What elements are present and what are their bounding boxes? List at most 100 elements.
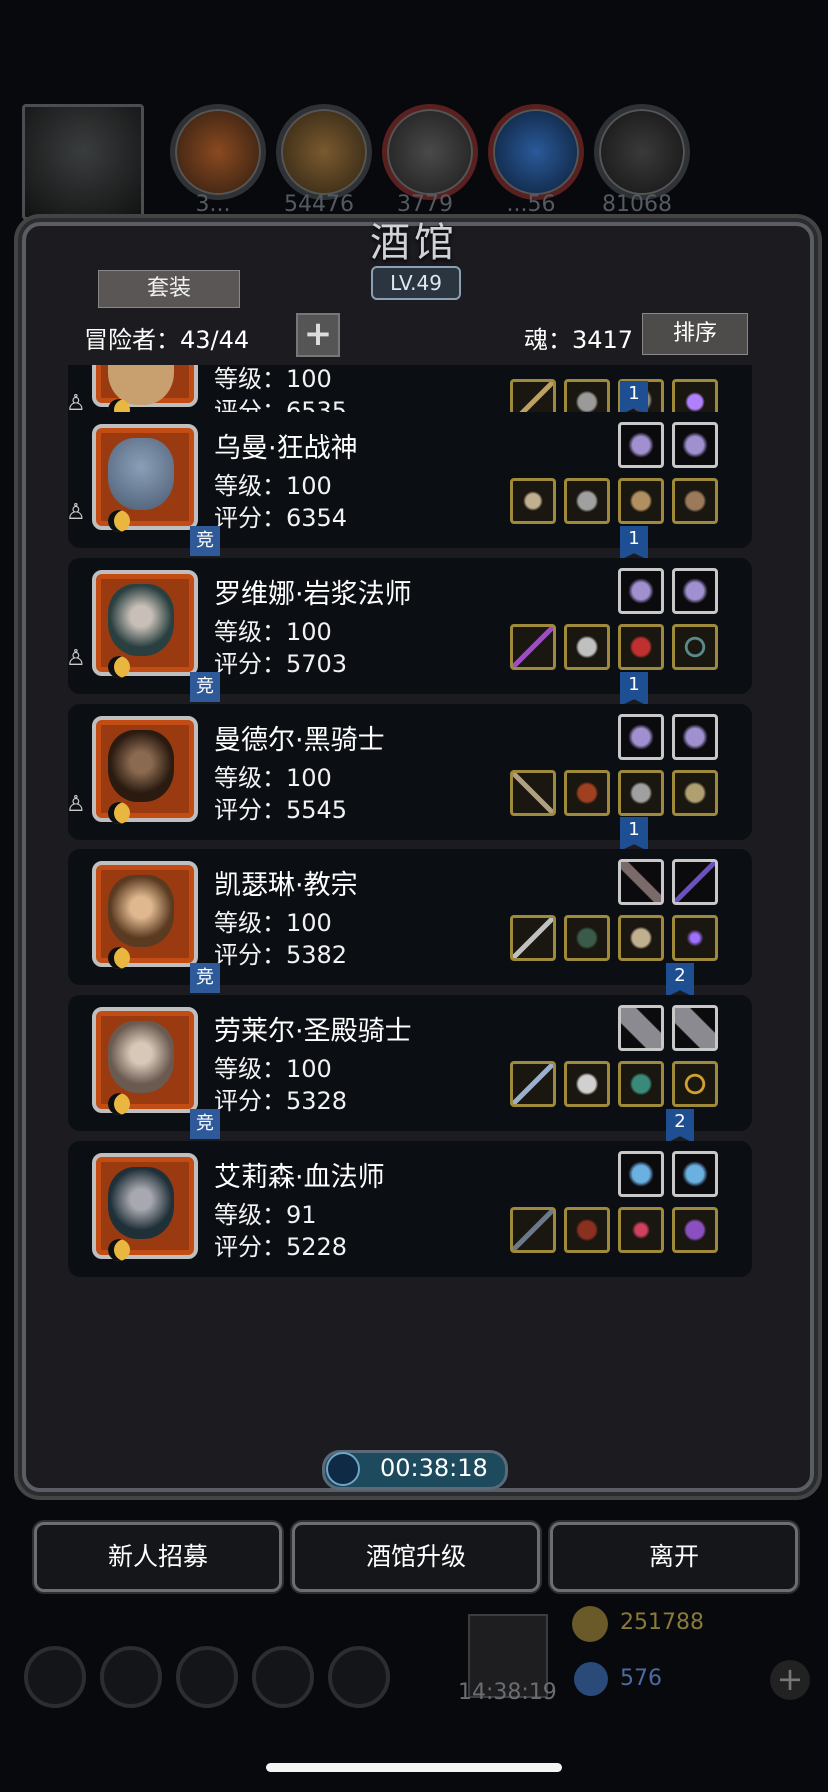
bracer-equipment-icon[interactable] — [618, 770, 664, 816]
armor-equipment-icon[interactable] — [564, 478, 610, 524]
mail-icon[interactable] — [252, 1646, 314, 1708]
hero-card[interactable]: 艾莉森·血法师 等级：91 评分：5228 — [68, 1141, 752, 1277]
hero-level: 等级：100 — [214, 764, 332, 792]
hero-card[interactable]: 凯瑟琳·教宗 等级：100 评分：5382 — [68, 849, 752, 985]
hero-portrait — [92, 1153, 198, 1259]
diamond-icon — [574, 1662, 608, 1696]
feather-gem-icon[interactable] — [618, 859, 664, 905]
hero-name: 艾莉森·血法师 — [214, 1162, 385, 1193]
robe-equipment-icon[interactable] — [564, 915, 610, 961]
rank-ribbon: 1 — [620, 672, 648, 706]
settings-icon[interactable] — [24, 1646, 86, 1708]
hero-name: 劳莱尔·圣殿骑士 — [214, 1016, 412, 1047]
hero-level: 等级：100 — [214, 618, 332, 646]
hero-name: 凯瑟琳·教宗 — [214, 870, 358, 901]
fang-equipment-icon[interactable] — [672, 478, 718, 524]
slab-gem-icon[interactable] — [672, 1005, 718, 1051]
crystal-gem-icon[interactable] — [618, 422, 664, 468]
tavern-level-badge: LV.49 — [371, 266, 461, 300]
hammer-equipment-icon[interactable] — [510, 915, 556, 961]
gauntlet-equipment-icon[interactable] — [672, 770, 718, 816]
hero-name: 乌曼·狂战神 — [214, 433, 358, 464]
tavern-title: 酒馆 — [370, 220, 458, 266]
demon-armor-equipment-icon[interactable] — [564, 1207, 610, 1253]
hero-score: 评分：5328 — [214, 1087, 348, 1115]
demon-armor-equipment-icon[interactable] — [564, 770, 610, 816]
gauntlet-equipment-icon[interactable] — [618, 915, 664, 961]
staff-equipment-icon[interactable] — [510, 624, 556, 670]
hero-card[interactable]: ♙ 罗维娜·岩浆法师 等级：100 评分：5703 — [66, 558, 752, 694]
hero-level: 等级：91 — [214, 1201, 317, 1229]
crystal-gem-icon[interactable] — [672, 714, 718, 760]
moon-badge-icon — [108, 1093, 130, 1115]
gold-amount: 251788 — [620, 1610, 704, 1635]
hero-score: 评分：5703 — [214, 650, 348, 678]
person-icon: ♙ — [66, 500, 86, 525]
warhammer-equipment-icon[interactable] — [510, 1061, 556, 1107]
arena-tag: 竞 — [190, 526, 220, 556]
hero-score: 评分：5545 — [214, 796, 348, 824]
hero-portrait — [92, 570, 198, 676]
chainmail-equipment-icon[interactable] — [564, 1061, 610, 1107]
arrow-gem-icon[interactable] — [672, 859, 718, 905]
slab-gem-icon[interactable] — [618, 1005, 664, 1051]
arena-tag: 竞 — [190, 672, 220, 702]
leave-button[interactable]: 离开 — [550, 1522, 798, 1592]
spark-equipment-icon[interactable] — [672, 915, 718, 961]
moon-badge-icon — [108, 802, 130, 824]
gold-coin-icon — [572, 1606, 608, 1642]
map-icon[interactable] — [328, 1646, 390, 1708]
food-resource-icon — [170, 104, 266, 200]
hero-portrait — [92, 716, 198, 822]
timer-text: 00:38:18 — [380, 1454, 488, 1482]
cape-equipment-icon[interactable] — [618, 624, 664, 670]
ring-equipment-icon[interactable] — [672, 624, 718, 670]
ice-gem-icon[interactable] — [672, 1151, 718, 1197]
bracer-equipment-icon[interactable] — [618, 1061, 664, 1107]
hero-card[interactable]: ♙ 乌曼·狂战神 等级：100 评分：6354 — [66, 412, 752, 548]
shard-equipment-icon[interactable] — [672, 1207, 718, 1253]
moon-badge-icon — [108, 1239, 130, 1261]
add-adventurer-slot-button[interactable]: + — [296, 313, 340, 357]
hero-list[interactable]: ♙ 等级：100 评分：6535 1 ♙ 乌曼·狂战神 等级：100 评分：63… — [64, 365, 764, 1433]
shield-icon[interactable] — [100, 1646, 162, 1708]
hero-level: 等级：100 — [214, 472, 332, 500]
upgrade-tavern-button[interactable]: 酒馆升级 — [292, 1522, 540, 1592]
crystal-gem-icon[interactable] — [672, 568, 718, 614]
hero-level: 等级：100 — [214, 1055, 332, 1083]
soul-count: 魂：3417 — [524, 326, 634, 354]
arena-tag: 竞 — [190, 1109, 220, 1139]
food-value: 3... — [195, 192, 231, 217]
axe-equipment-icon[interactable] — [510, 478, 556, 524]
castle-icon[interactable] — [176, 1646, 238, 1708]
home-indicator — [266, 1763, 562, 1772]
spear-equipment-icon[interactable] — [510, 770, 556, 816]
gift-timer: 14:38:19 — [458, 1680, 557, 1705]
moon-badge-icon — [108, 656, 130, 678]
crystal-resource-icon — [488, 104, 584, 200]
rank-ribbon: 1 — [620, 817, 648, 851]
crystal-gem-icon[interactable] — [618, 714, 664, 760]
bracer-equipment-icon[interactable] — [618, 478, 664, 524]
add-currency-button[interactable]: + — [770, 1660, 810, 1700]
rank-ribbon: 1 — [620, 526, 648, 560]
rank-ribbon: 2 — [666, 1109, 694, 1143]
ice-gem-icon[interactable] — [618, 1151, 664, 1197]
crystal-gem-icon[interactable] — [618, 568, 664, 614]
sort-button[interactable]: 排序 — [642, 313, 748, 355]
armor-equipment-icon[interactable] — [564, 624, 610, 670]
moon-badge-icon — [108, 510, 130, 532]
recruit-button[interactable]: 新人招募 — [34, 1522, 282, 1592]
staff-equipment-icon[interactable] — [510, 1207, 556, 1253]
pendant-equipment-icon[interactable] — [618, 1207, 664, 1253]
hero-name: 罗维娜·岩浆法师 — [214, 579, 412, 610]
adventurers-count: 冒险者：43/44 — [84, 326, 250, 354]
ring-equipment-icon[interactable] — [672, 1061, 718, 1107]
person-icon: ♙ — [66, 646, 86, 671]
hero-card[interactable]: ♙ 曼德尔·黑骑士 等级：100 评分：5545 — [66, 704, 752, 840]
crystal-gem-icon[interactable] — [672, 422, 718, 468]
stone-resource-icon — [594, 104, 690, 200]
set-tab-button[interactable]: 套装 — [98, 270, 240, 308]
player-avatar[interactable] — [22, 104, 144, 220]
hero-card[interactable]: 劳莱尔·圣殿骑士 等级：100 评分：5328 — [68, 995, 752, 1131]
